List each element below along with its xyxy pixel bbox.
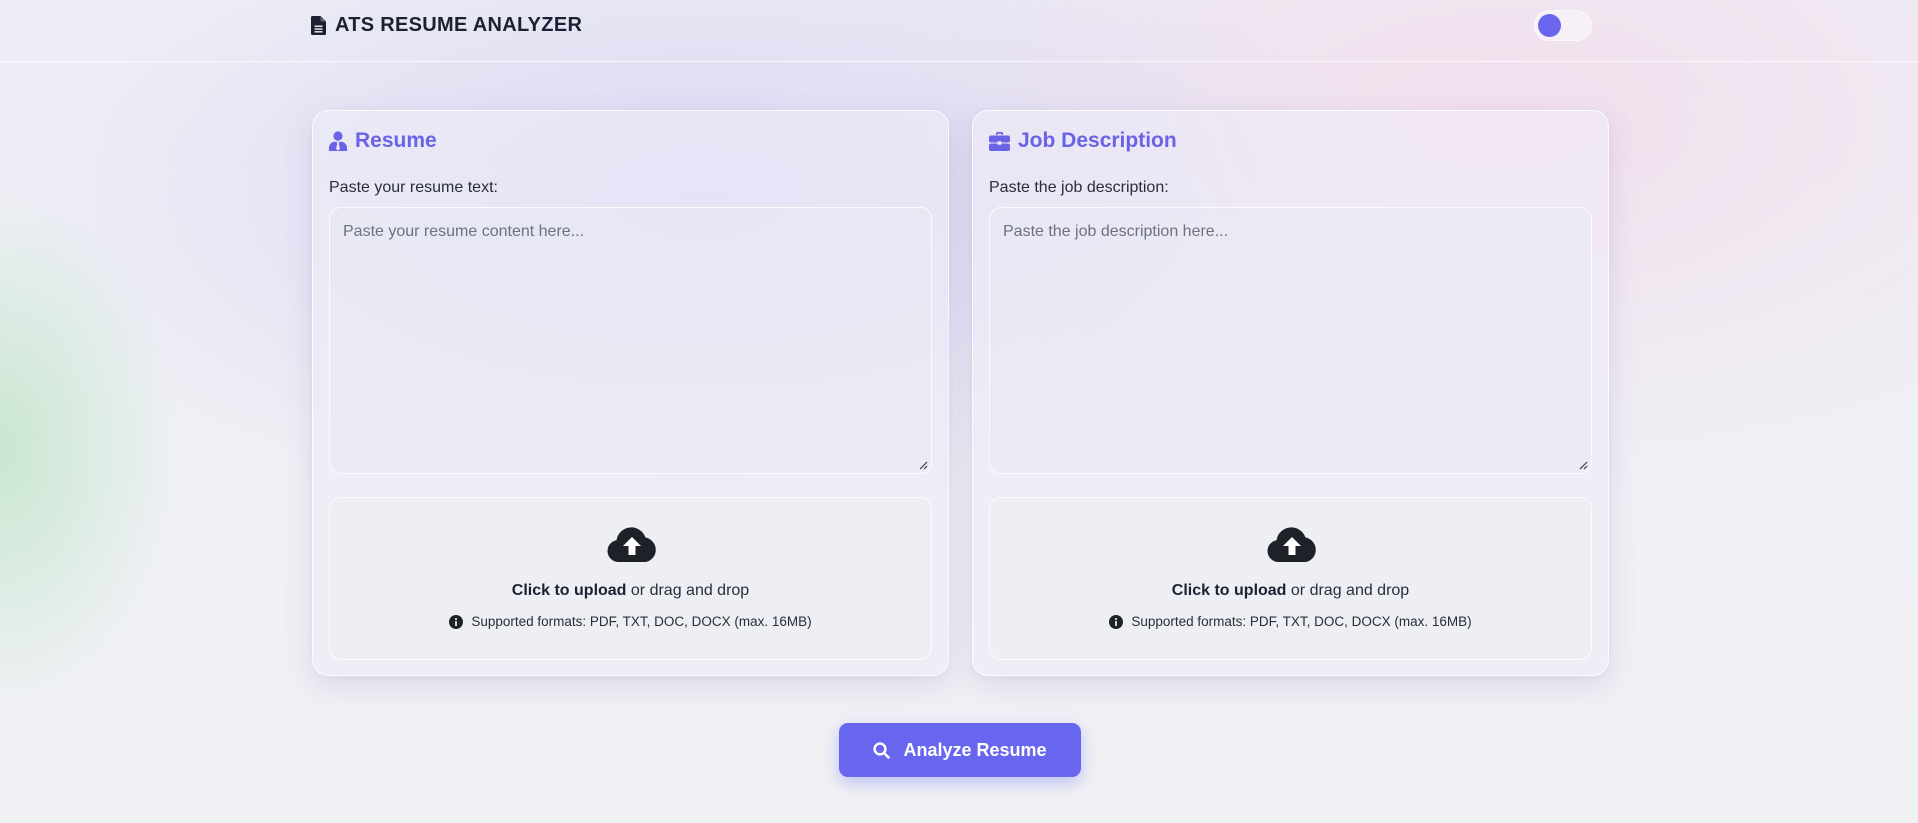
job-upload-dropzone[interactable]: Click to upload or drag and drop Support… <box>989 497 1592 660</box>
file-lines-icon <box>311 15 326 35</box>
theme-toggle[interactable] <box>1534 10 1592 41</box>
resume-textarea-wrap <box>329 207 932 474</box>
user-tie-icon <box>329 131 347 151</box>
resume-upload-cta: Click to upload or drag and drop <box>330 582 931 600</box>
resume-supported-formats: Supported formats: PDF, TXT, DOC, DOCX (… <box>330 614 931 629</box>
resume-panel: Resume Paste your resume text: Click to … <box>312 110 949 676</box>
job-upload-cta: Click to upload or drag and drop <box>990 582 1591 600</box>
resize-handle-icon[interactable] <box>1578 460 1588 470</box>
resume-panel-title: Resume <box>355 129 437 152</box>
resume-textarea[interactable] <box>329 207 932 474</box>
job-supported-formats: Supported formats: PDF, TXT, DOC, DOCX (… <box>990 614 1591 629</box>
resume-formats-text: Supported formats: PDF, TXT, DOC, DOCX (… <box>471 614 812 629</box>
resize-handle-icon[interactable] <box>918 460 928 470</box>
job-panel-header: Job Description <box>989 127 1177 155</box>
job-upload-cta-bold[interactable]: Click to upload <box>1172 582 1287 599</box>
job-formats-text: Supported formats: PDF, TXT, DOC, DOCX (… <box>1131 614 1472 629</box>
app-title: ATS RESUME ANALYZER <box>335 13 583 36</box>
cloud-upload-icon <box>1267 527 1316 562</box>
analyze-resume-button[interactable]: Analyze Resume <box>839 723 1081 777</box>
cloud-upload-icon <box>607 527 656 562</box>
info-icon <box>1109 614 1124 629</box>
resume-field-label: Paste your resume text: <box>329 179 498 196</box>
app-header: ATS RESUME ANALYZER <box>0 0 1918 62</box>
info-icon <box>449 614 464 629</box>
briefcase-icon <box>989 131 1010 151</box>
job-field-label: Paste the job description: <box>989 179 1169 196</box>
job-description-textarea[interactable] <box>989 207 1592 474</box>
resume-upload-cta-rest: or drag and drop <box>626 582 750 599</box>
job-textarea-wrap <box>989 207 1592 474</box>
job-description-panel: Job Description Paste the job descriptio… <box>972 110 1609 676</box>
resume-upload-cta-bold[interactable]: Click to upload <box>512 582 627 599</box>
job-panel-title: Job Description <box>1018 129 1177 152</box>
job-upload-cta-rest: or drag and drop <box>1286 582 1410 599</box>
resume-panel-header: Resume <box>329 127 437 155</box>
search-icon <box>873 741 891 759</box>
brand: ATS RESUME ANALYZER <box>311 13 582 37</box>
resume-upload-dropzone[interactable]: Click to upload or drag and drop Support… <box>329 497 932 660</box>
analyze-button-label: Analyze Resume <box>903 739 1047 760</box>
toggle-knob <box>1538 14 1561 37</box>
